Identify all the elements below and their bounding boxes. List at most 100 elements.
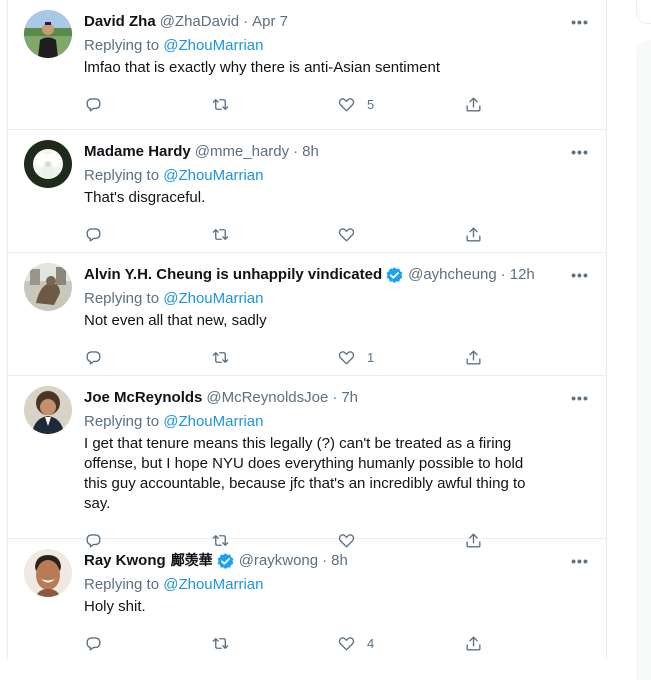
tweet[interactable]: Ray Kwong 鄺羡華 @raykwong · 8h ••• Replyin… [8, 539, 606, 659]
reply-icon [86, 350, 101, 365]
tweet-text: That's disgraceful. [84, 189, 206, 206]
reply-button[interactable] [84, 348, 211, 367]
retweet-button[interactable] [211, 634, 338, 653]
tweet[interactable]: Joe McReynolds @McReynoldsJoe · 7h ••• R… [8, 376, 606, 548]
like-icon [338, 636, 355, 651]
handle[interactable]: @raykwong [239, 551, 318, 571]
verified-badge-icon [217, 552, 234, 569]
like-button[interactable]: 5 [337, 95, 464, 114]
timestamp[interactable]: 8h [331, 551, 348, 571]
display-name[interactable]: David Zha [84, 12, 156, 32]
retweet-button[interactable] [211, 225, 338, 244]
mention-link[interactable]: @ZhouMarrian [163, 167, 263, 184]
avatar[interactable] [24, 386, 72, 434]
share-button[interactable] [464, 95, 591, 114]
more-icon[interactable]: ••• [568, 12, 592, 32]
replying-to: Replying to @ZhouMarrian [84, 166, 590, 186]
sidebar-panel-edge [636, 40, 651, 680]
verified-badge-icon [386, 266, 403, 283]
share-icon [465, 349, 481, 365]
tweet-text: I get that tenure means this legally (?)… [84, 435, 526, 512]
avatar[interactable] [24, 10, 72, 58]
display-name[interactable]: Joe McReynolds [84, 388, 202, 408]
display-name[interactable]: Madame Hardy [84, 142, 191, 162]
reply-button[interactable] [84, 225, 211, 244]
tweet-text: lmfao that is exactly why there is anti-… [84, 59, 440, 76]
share-icon [465, 96, 481, 112]
avatar[interactable] [24, 263, 72, 311]
tweet-actions [84, 216, 590, 252]
handle[interactable]: @McReynoldsJoe [206, 388, 328, 408]
display-name[interactable]: Alvin Y.H. Cheung is unhappily vindicate… [84, 265, 382, 285]
like-icon [338, 97, 355, 112]
reply-icon [86, 227, 101, 242]
retweet-icon [212, 351, 228, 363]
mention-link[interactable]: @ZhouMarrian [163, 576, 263, 593]
reply-icon [86, 636, 101, 651]
retweet-button[interactable] [211, 95, 338, 114]
tweet-actions: 5 [84, 86, 590, 122]
mention-link[interactable]: @ZhouMarrian [163, 290, 263, 307]
retweet-icon [212, 228, 228, 240]
mention-link[interactable]: @ZhouMarrian [163, 413, 263, 430]
more-icon[interactable]: ••• [568, 142, 592, 162]
share-button[interactable] [464, 348, 591, 367]
tweet-actions: 4 [84, 625, 590, 659]
more-icon[interactable]: ••• [568, 265, 592, 285]
mention-link[interactable]: @ZhouMarrian [163, 37, 263, 54]
replying-to-label: Replying to [84, 167, 160, 184]
share-icon [465, 226, 481, 242]
replying-to: Replying to @ZhouMarrian [84, 412, 590, 432]
timestamp[interactable]: Apr 7 [252, 12, 288, 32]
separator-dot: · [293, 143, 299, 160]
share-icon [465, 635, 481, 651]
reply-icon [86, 97, 101, 112]
retweet-icon [212, 637, 228, 649]
share-button[interactable] [464, 225, 591, 244]
tweet[interactable]: Alvin Y.H. Cheung is unhappily vindicate… [8, 253, 606, 376]
avatar[interactable] [24, 549, 72, 597]
like-count: 4 [367, 635, 375, 651]
like-button[interactable]: 1 [337, 348, 464, 367]
tweet-text: Not even all that new, sadly [84, 312, 267, 329]
like-button[interactable] [337, 225, 464, 244]
separator-dot: · [500, 266, 506, 283]
handle[interactable]: @ayhcheung [408, 265, 497, 285]
tweet-text: Holy shit. [84, 598, 146, 615]
replying-to-label: Replying to [84, 37, 160, 54]
tweet[interactable]: Madame Hardy @mme_hardy · 8h ••• Replyin… [8, 130, 606, 253]
replying-to: Replying to @ZhouMarrian [84, 36, 590, 56]
like-icon [338, 227, 355, 242]
timestamp[interactable]: 7h [341, 388, 358, 408]
handle[interactable]: @ZhaDavid [160, 12, 239, 32]
replying-to: Replying to @ZhouMarrian [84, 289, 590, 309]
replying-to: Replying to @ZhouMarrian [84, 575, 590, 595]
avatar[interactable] [24, 140, 72, 188]
replying-to-label: Replying to [84, 576, 160, 593]
like-count: 5 [367, 96, 375, 112]
timestamp[interactable]: 8h [302, 142, 319, 162]
more-icon[interactable]: ••• [568, 551, 592, 571]
like-count: 1 [367, 349, 375, 365]
separator-dot: · [322, 552, 328, 569]
reply-button[interactable] [84, 634, 211, 653]
retweet-button[interactable] [211, 348, 338, 367]
like-icon [338, 350, 355, 365]
replying-to-label: Replying to [84, 290, 160, 307]
share-button[interactable] [464, 634, 591, 653]
reply-button[interactable] [84, 95, 211, 114]
more-icon[interactable]: ••• [568, 388, 592, 408]
search-box-edge [636, 0, 651, 24]
tweet-actions: 1 [84, 339, 590, 375]
retweet-icon [212, 98, 228, 110]
separator-dot: · [243, 13, 249, 30]
tweet[interactable]: David Zha @ZhaDavid · Apr 7 ••• Replying… [8, 0, 606, 130]
handle[interactable]: @mme_hardy [195, 142, 289, 162]
like-button[interactable]: 4 [337, 634, 464, 653]
timestamp[interactable]: 12h [510, 265, 535, 285]
display-name-cjk[interactable]: 鄺羡華 [171, 551, 213, 571]
display-name[interactable]: Ray Kwong [84, 551, 166, 571]
replying-to-label: Replying to [84, 413, 160, 430]
separator-dot: · [332, 389, 338, 406]
replies-timeline: David Zha @ZhaDavid · Apr 7 ••• Replying… [7, 0, 607, 659]
